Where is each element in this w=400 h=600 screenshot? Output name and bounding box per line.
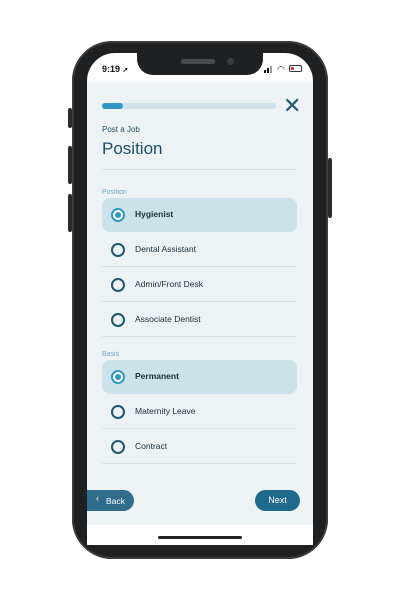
basis-section-label: Basis bbox=[102, 351, 120, 358]
radio-button[interactable] bbox=[111, 405, 125, 419]
position-option-hygienist[interactable]: Hygienist bbox=[102, 198, 297, 232]
option-label: Permanent bbox=[135, 371, 179, 381]
status-icons: ◠ bbox=[264, 64, 304, 74]
position-option-admin-front-desk[interactable]: Admin/Front Desk bbox=[102, 268, 297, 302]
page-title: Position bbox=[102, 139, 163, 158]
progress-bar bbox=[102, 103, 276, 109]
divider bbox=[102, 336, 297, 337]
home-indicator[interactable] bbox=[158, 536, 242, 539]
position-option-dental-assistant[interactable]: Dental Assistant bbox=[102, 233, 297, 267]
camera bbox=[227, 58, 234, 65]
close-button[interactable]: ✕ bbox=[283, 95, 301, 117]
radio-button[interactable] bbox=[111, 370, 125, 384]
status-time: 9:19 ➚ bbox=[102, 64, 129, 74]
radio-button[interactable] bbox=[111, 208, 125, 222]
basis-option-maternity-leave[interactable]: Maternity Leave bbox=[102, 395, 297, 429]
close-icon: ✕ bbox=[283, 93, 302, 118]
basis-option-permanent[interactable]: Permanent bbox=[102, 360, 297, 394]
cellular-signal-icon bbox=[264, 65, 274, 73]
option-label: Maternity Leave bbox=[135, 406, 196, 416]
back-button-label: Back bbox=[106, 496, 125, 506]
back-button[interactable]: ‹ Back bbox=[87, 490, 134, 511]
position-section-label: Position bbox=[102, 189, 127, 196]
divider bbox=[102, 301, 297, 302]
volume-up-button bbox=[68, 146, 72, 184]
volume-down-button bbox=[68, 194, 72, 232]
next-button[interactable]: Next bbox=[255, 490, 300, 511]
basis-option-contract[interactable]: Contract bbox=[102, 430, 297, 464]
option-label: Hygienist bbox=[135, 209, 174, 219]
mute-switch bbox=[68, 108, 72, 128]
option-label: Dental Assistant bbox=[135, 244, 196, 254]
power-button bbox=[328, 158, 332, 218]
location-arrow-icon: ➚ bbox=[122, 67, 129, 74]
radio-button[interactable] bbox=[111, 243, 125, 257]
wifi-icon: ◠ bbox=[277, 64, 285, 74]
notch bbox=[137, 53, 263, 75]
radio-button[interactable] bbox=[111, 440, 125, 454]
radio-button[interactable] bbox=[111, 278, 125, 292]
option-label: Associate Dentist bbox=[135, 314, 201, 324]
radio-button[interactable] bbox=[111, 313, 125, 327]
divider bbox=[102, 428, 297, 429]
title-divider bbox=[102, 169, 297, 170]
divider bbox=[102, 266, 297, 267]
progress-fill bbox=[102, 103, 123, 109]
option-label: Admin/Front Desk bbox=[135, 279, 204, 289]
chevron-left-icon: ‹ bbox=[96, 493, 99, 503]
position-option-associate-dentist[interactable]: Associate Dentist bbox=[102, 303, 297, 337]
battery-low-icon bbox=[289, 65, 302, 72]
step-label: Post a Job bbox=[102, 125, 140, 134]
speaker bbox=[181, 59, 215, 64]
home-bar-area bbox=[87, 525, 313, 545]
option-label: Contract bbox=[135, 441, 168, 451]
divider bbox=[102, 463, 297, 464]
